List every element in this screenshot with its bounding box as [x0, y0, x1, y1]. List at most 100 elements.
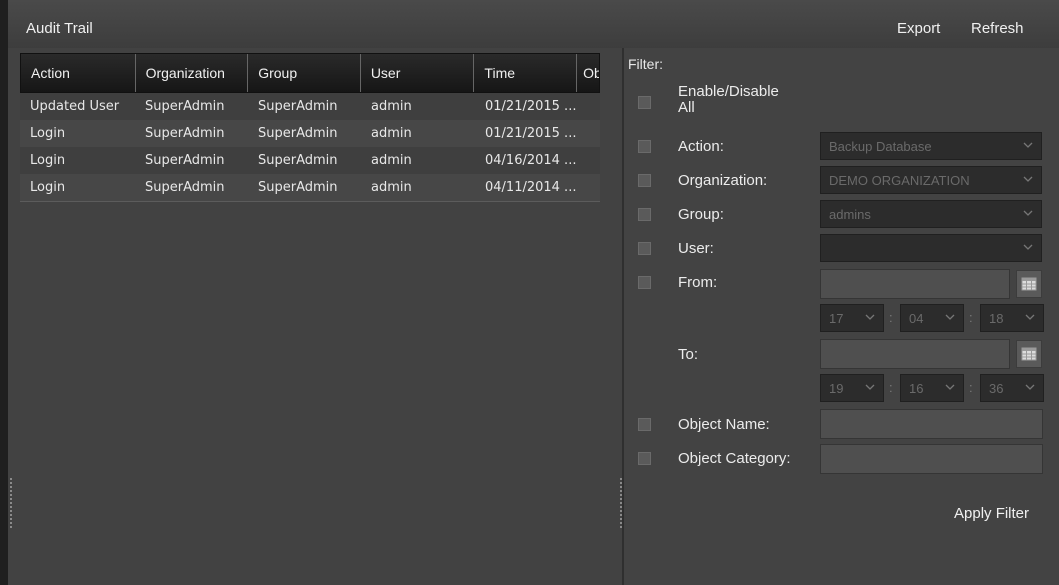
- to-hour-select[interactable]: 19: [820, 374, 884, 402]
- export-button[interactable]: Export: [897, 20, 940, 37]
- column-header-action[interactable]: Action: [21, 54, 136, 92]
- column-header-group[interactable]: Group: [248, 54, 361, 92]
- calendar-icon: [1021, 277, 1037, 291]
- cell-organization: SuperAdmin: [145, 153, 225, 168]
- group-checkbox[interactable]: [638, 208, 651, 221]
- chevron-down-icon: [1023, 142, 1033, 148]
- audit-grid: Action Organization Group User Time Ob U…: [20, 53, 600, 202]
- to-hour-value: 19: [829, 381, 844, 396]
- cell-time: 04/11/2014 ...: [485, 180, 577, 195]
- user-checkbox[interactable]: [638, 242, 651, 255]
- from-minute-select[interactable]: 04: [900, 304, 964, 332]
- object-category-label: Object Category:: [678, 450, 791, 467]
- cell-action: Login: [30, 180, 66, 195]
- from-second-value: 18: [989, 311, 1004, 326]
- cell-organization: SuperAdmin: [145, 180, 225, 195]
- grid-bottom-divider: [20, 201, 600, 202]
- chevron-down-icon: [945, 314, 955, 320]
- chevron-down-icon: [865, 384, 875, 390]
- to-minute-select[interactable]: 16: [900, 374, 964, 402]
- enable-all-label-line1: Enable/Disable: [678, 83, 779, 100]
- cell-time: 04/16/2014 ...: [485, 153, 577, 168]
- action-select-value: Backup Database: [829, 139, 932, 154]
- column-header-time[interactable]: Time: [474, 54, 578, 92]
- cell-action: Login: [30, 153, 66, 168]
- cell-action: Updated User: [30, 99, 120, 114]
- enable-all-checkbox[interactable]: [638, 96, 651, 109]
- to-date-field[interactable]: [820, 339, 1010, 369]
- organization-label: Organization:: [678, 172, 768, 189]
- to-second-select[interactable]: 36: [980, 374, 1044, 402]
- action-label: Action:: [678, 138, 724, 155]
- organization-checkbox[interactable]: [638, 174, 651, 187]
- organization-select[interactable]: DEMO ORGANIZATION: [820, 166, 1042, 194]
- table-row[interactable]: Login SuperAdmin SuperAdmin admin 04/11/…: [20, 174, 600, 201]
- enable-all-label: Enable/Disable All: [678, 84, 779, 116]
- to-label: To:: [678, 346, 699, 363]
- action-select[interactable]: Backup Database: [820, 132, 1042, 160]
- action-checkbox[interactable]: [638, 140, 651, 153]
- column-header-user[interactable]: User: [361, 54, 475, 92]
- splitter-grip-icon[interactable]: [620, 478, 622, 530]
- chevron-down-icon: [1025, 384, 1035, 390]
- time-separator: :: [889, 310, 893, 325]
- refresh-button[interactable]: Refresh: [971, 20, 1024, 37]
- cell-time: 01/21/2015 ...: [485, 99, 577, 114]
- audit-grid-pane: Action Organization Group User Time Ob U…: [8, 48, 622, 585]
- organization-select-value: DEMO ORGANIZATION: [829, 173, 970, 188]
- group-select[interactable]: admins: [820, 200, 1042, 228]
- table-row[interactable]: Login SuperAdmin SuperAdmin admin 04/16/…: [20, 147, 600, 174]
- to-calendar-button[interactable]: [1016, 340, 1042, 368]
- from-label: From:: [678, 274, 718, 291]
- enable-all-label-line2: All: [678, 99, 695, 116]
- cell-time: 01/21/2015 ...: [485, 126, 577, 141]
- splitter-grip-icon[interactable]: [10, 478, 12, 530]
- grid-header: Action Organization Group User Time Ob: [20, 53, 600, 93]
- filter-title: Filter:: [628, 56, 663, 72]
- cell-group: SuperAdmin: [258, 180, 338, 195]
- cell-organization: SuperAdmin: [145, 99, 225, 114]
- from-minute-value: 04: [909, 311, 924, 326]
- left-edge-strip: [0, 0, 8, 585]
- cell-group: SuperAdmin: [258, 126, 338, 141]
- chevron-down-icon: [1025, 314, 1035, 320]
- to-second-value: 36: [989, 381, 1004, 396]
- from-date-field[interactable]: [820, 269, 1010, 299]
- from-hour-value: 17: [829, 311, 844, 326]
- cell-organization: SuperAdmin: [145, 126, 225, 141]
- object-name-label: Object Name:: [678, 416, 770, 433]
- time-separator: :: [889, 380, 893, 395]
- calendar-icon: [1021, 347, 1037, 361]
- chevron-down-icon: [945, 384, 955, 390]
- table-row[interactable]: Login SuperAdmin SuperAdmin admin 01/21/…: [20, 120, 600, 147]
- page-title: Audit Trail: [26, 20, 93, 37]
- cell-user: admin: [371, 180, 412, 195]
- cell-group: SuperAdmin: [258, 153, 338, 168]
- cell-user: admin: [371, 126, 412, 141]
- object-name-checkbox[interactable]: [638, 418, 651, 431]
- from-second-select[interactable]: 18: [980, 304, 1044, 332]
- to-minute-value: 16: [909, 381, 924, 396]
- user-select[interactable]: [820, 234, 1042, 262]
- audit-trail-window: Audit Trail Export Refresh Action Organi…: [0, 0, 1059, 585]
- from-checkbox[interactable]: [638, 276, 651, 289]
- user-label: User:: [678, 240, 714, 257]
- object-name-field[interactable]: [820, 409, 1043, 439]
- apply-filter-button[interactable]: Apply Filter: [954, 505, 1029, 522]
- cell-action: Login: [30, 126, 66, 141]
- group-select-value: admins: [829, 207, 871, 222]
- cell-group: SuperAdmin: [258, 99, 338, 114]
- column-header-organization[interactable]: Organization: [136, 54, 249, 92]
- object-category-field[interactable]: [820, 444, 1043, 474]
- object-category-checkbox[interactable]: [638, 452, 651, 465]
- cell-user: admin: [371, 153, 412, 168]
- table-row[interactable]: Updated User SuperAdmin SuperAdmin admin…: [20, 93, 600, 120]
- time-separator: :: [969, 380, 973, 395]
- column-header-object[interactable]: Ob: [577, 54, 599, 92]
- filter-panel: Filter: Enable/Disable All Action: Backup…: [624, 48, 1059, 585]
- from-hour-select[interactable]: 17: [820, 304, 884, 332]
- chevron-down-icon: [865, 314, 875, 320]
- from-calendar-button[interactable]: [1016, 270, 1042, 298]
- chevron-down-icon: [1023, 210, 1033, 216]
- chevron-down-icon: [1023, 244, 1033, 250]
